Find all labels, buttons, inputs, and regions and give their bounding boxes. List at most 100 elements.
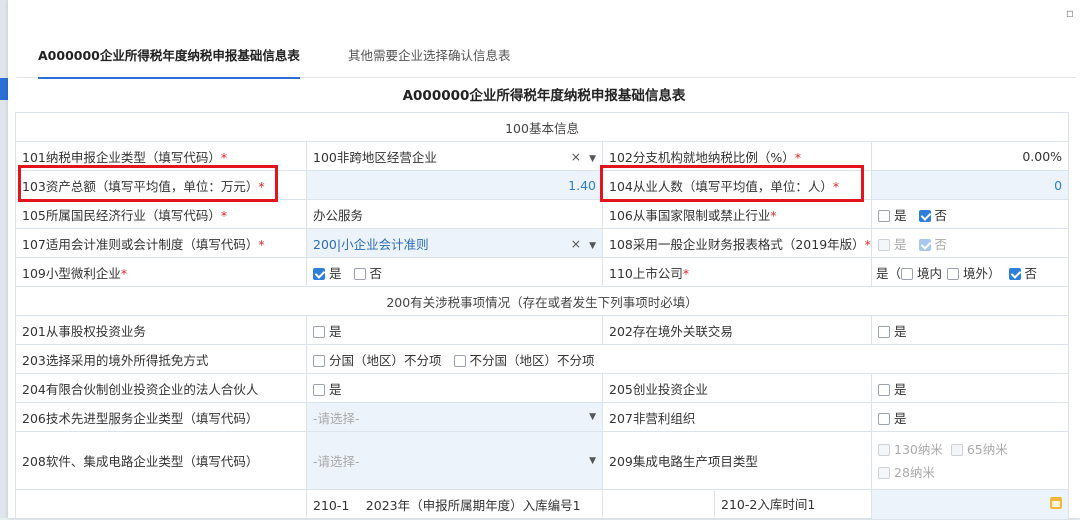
row-201-yes[interactable]: 是 xyxy=(313,321,342,340)
row-101-value: 100非跨地区经营企业 xyxy=(313,149,437,165)
row-206-select[interactable]: -请选择- ▼ xyxy=(306,402,603,432)
row-208-placeholder: -请选择- xyxy=(313,454,360,469)
row-209-opt2: 65纳米 xyxy=(950,438,1008,461)
tab-bar: A000000企业所得税年度纳税申报基础信息表 其他需要企业选择确认信息表 xyxy=(16,34,1076,79)
checkbox-unchecked[interactable] xyxy=(313,383,325,396)
chevron-down-icon[interactable]: ▼ xyxy=(589,456,596,466)
row-203-opt1[interactable]: 分国（地区）不分项 xyxy=(313,350,442,369)
row-205-yes[interactable]: 是 xyxy=(878,379,907,398)
row-105-value[interactable]: 办公服务 xyxy=(306,199,603,229)
row-106-no[interactable]: 否 xyxy=(918,205,947,224)
checkbox-disabled xyxy=(878,466,890,479)
row-101-label: 101纳税申报企业类型（填写代码）* xyxy=(15,141,307,171)
basic-info-table: 100基本信息 101纳税申报企业类型（填写代码）* 100非跨地区经营企业 ×… xyxy=(14,112,1070,520)
table-row: 107适用会计准则或会计制度（填写代码）* 200|小企业会计准则 × ▼ 108… xyxy=(15,228,1070,258)
row-209-options: 130纳米 65纳米 28纳米 xyxy=(870,431,1070,490)
section-row: 100基本信息 xyxy=(14,112,1070,142)
checkbox-unchecked[interactable] xyxy=(878,383,890,396)
row-101-select[interactable]: 100非跨地区经营企业 × ▼ xyxy=(306,141,603,171)
row-109-label: 109小型微利企业* xyxy=(15,257,307,287)
section-200-title: 200有关涉税事项情况（存在或者发生下列事项时必填） xyxy=(14,286,1070,316)
row-108-no: 否 xyxy=(918,234,947,253)
checkbox-checked-disabled xyxy=(918,238,931,251)
row-203-label: 203选择采用的境外所得抵免方式 xyxy=(15,344,307,374)
row-206-label: 206技术先进型服务企业类型（填写代码） xyxy=(15,402,307,432)
section-row: 200有关涉税事项情况（存在或者发生下列事项时必填） xyxy=(14,286,1070,316)
row-210-1-label: 210-1 2023年（申报所属期年度）入库编号1 xyxy=(306,489,603,520)
checkbox-checked[interactable] xyxy=(918,209,931,222)
row-210-1-input[interactable]: 210-2入库时间1 xyxy=(602,489,872,520)
checkbox-disabled xyxy=(950,443,963,456)
table-row: 204有限合伙制创业投资企业的法人合伙人 是 205创业投资企业 是 xyxy=(15,373,1070,403)
row-202-label: 202存在境外关联交易 xyxy=(602,315,872,345)
row-103-input[interactable]: 1.40 xyxy=(306,170,603,200)
left-accent xyxy=(0,78,8,100)
row-107-select[interactable]: 200|小企业会计准则 × ▼ xyxy=(306,228,603,258)
checkbox-unchecked[interactable] xyxy=(313,354,325,367)
window-controls: ▫ xyxy=(1058,6,1074,20)
active-tab-indicator xyxy=(38,77,300,79)
row-209-label: 209集成电路生产项目类型 xyxy=(602,431,872,490)
tab-other-info[interactable]: 其他需要企业选择确认信息表 xyxy=(348,34,511,78)
tab-basic-info[interactable]: A000000企业所得税年度纳税申报基础信息表 xyxy=(38,34,300,79)
row-202-options: 是 xyxy=(870,315,1070,345)
table-row: 101纳税申报企业类型（填写代码）* 100非跨地区经营企业 × ▼ 102分支机… xyxy=(15,141,1070,171)
row-203-options: 分国（地区）不分项 不分国（地区）不分项 xyxy=(305,344,1070,374)
chevron-down-icon[interactable]: ▼ xyxy=(589,154,596,164)
row-206-placeholder: -请选择- xyxy=(313,410,360,426)
row-205-label: 205创业投资企业 xyxy=(602,373,872,403)
row-209-opt3: 28纳米 xyxy=(878,461,935,484)
row-108-label: 108采用一般企业财务报表格式（2019年版）* xyxy=(602,228,872,258)
table-row: 210-1 2023年（申报所属期年度）入库编号1 210-2入库时间1 xyxy=(15,489,1070,520)
row-204-label: 204有限合伙制创业投资企业的法人合伙人 xyxy=(15,373,307,403)
chevron-down-icon[interactable]: ▼ xyxy=(589,241,596,251)
row-104-input[interactable]: 0 xyxy=(870,170,1070,200)
clear-icon[interactable]: × xyxy=(571,149,581,164)
checkbox-checked[interactable] xyxy=(313,267,325,280)
checkbox-unchecked[interactable] xyxy=(453,354,466,367)
row-106-options: 是 否 xyxy=(870,199,1070,229)
checkbox-unchecked[interactable] xyxy=(313,325,325,338)
row-103-label: 103资产总额（填写平均值，单位：万元）* xyxy=(15,170,307,200)
table-row: 201从事股权投资业务 是 202存在境外关联交易 是 xyxy=(15,315,1070,345)
left-background-strip xyxy=(0,0,8,518)
checkbox-unchecked[interactable] xyxy=(878,325,890,338)
row-202-yes[interactable]: 是 xyxy=(878,321,907,340)
calendar-icon[interactable] xyxy=(1050,497,1063,509)
maximize-icon[interactable]: ▫ xyxy=(1066,6,1074,20)
checkbox-overseas[interactable] xyxy=(947,267,960,280)
row-102-value[interactable]: 0.00% xyxy=(870,141,1070,171)
checkbox-unchecked[interactable] xyxy=(353,267,366,280)
row-210-2-date-input[interactable] xyxy=(870,489,1070,520)
row-110-label: 110上市公司* xyxy=(602,257,872,287)
row-203-opt2[interactable]: 不分国（地区）不分项 xyxy=(453,350,595,369)
table-row: 206技术先进型服务企业类型（填写代码） -请选择- ▼ 207非营利组织 是 xyxy=(15,402,1070,432)
checkbox-unchecked[interactable] xyxy=(878,412,890,425)
clear-icon[interactable]: × xyxy=(571,236,581,251)
table-row: 109小型微利企业* 是 否 110上市公司* 是（ 境内 境外）否 xyxy=(15,257,1070,287)
chevron-down-icon[interactable]: ▼ xyxy=(589,412,596,422)
row-105-label: 105所属国民经济行业（填写代码）* xyxy=(15,199,307,229)
row-208-select[interactable]: -请选择- ▼ xyxy=(306,431,603,490)
table-row: 208软件、集成电路企业类型（填写代码） -请选择- ▼ 209集成电路生产项目… xyxy=(15,431,1070,490)
row-106-label: 106从事国家限制或禁止行业* xyxy=(602,199,872,229)
checkbox-unchecked[interactable] xyxy=(878,209,890,222)
row-207-yes[interactable]: 是 xyxy=(878,408,907,427)
row-204-yes[interactable]: 是 xyxy=(313,379,342,398)
row-210-1-value[interactable] xyxy=(604,490,715,519)
row-209-opt1: 130纳米 xyxy=(878,438,943,461)
row-107-value: 200|小企业会计准则 xyxy=(313,236,429,252)
checkbox-disabled xyxy=(878,238,890,251)
checkbox-domestic[interactable] xyxy=(901,267,914,280)
row-106-yes[interactable]: 是 xyxy=(878,205,907,224)
row-110-options: 是（ 境内 境外）否 xyxy=(870,257,1070,287)
row-107-label: 107适用会计准则或会计制度（填写代码）* xyxy=(15,228,307,258)
row-109-yes[interactable]: 是 xyxy=(313,263,342,282)
form-dialog: ▫ A000000企业所得税年度纳税申报基础信息表 其他需要企业选择确认信息表 … xyxy=(8,0,1080,520)
row-210-spacer xyxy=(15,489,307,520)
row-109-no[interactable]: 否 xyxy=(353,263,382,282)
row-210-2-label: 210-2入库时间1 xyxy=(721,497,816,512)
row-201-options: 是 xyxy=(306,315,603,345)
checkbox-no[interactable] xyxy=(1008,267,1021,280)
row-108-options: 是 否 xyxy=(870,228,1070,258)
